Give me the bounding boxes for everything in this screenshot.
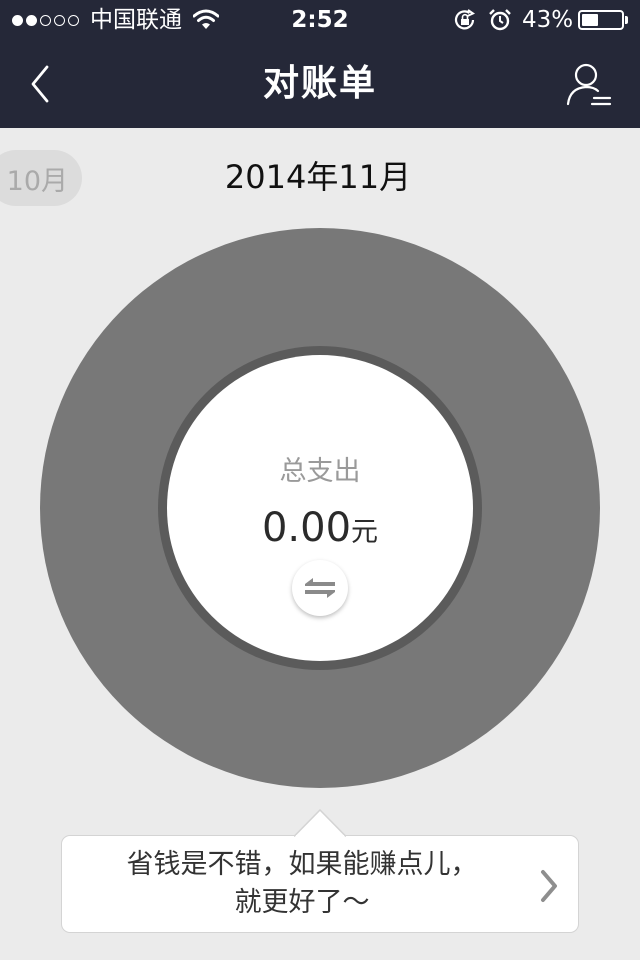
tip-line-1: 省钱是不错，如果能赚点儿， <box>126 849 478 880</box>
current-month-label: 2014年11月 <box>224 158 412 196</box>
tip-text: 省钱是不错，如果能赚点儿， 就更好了～ <box>92 846 512 922</box>
battery-percent: 43% <box>522 7 574 33</box>
status-bar: 中国联通 2:52 43% <box>0 0 640 40</box>
battery-icon <box>578 10 628 30</box>
top-bar: 中国联通 2:52 43% 对账单 <box>0 0 640 128</box>
user-menu-button[interactable] <box>564 60 614 108</box>
page-title: 对账单 <box>262 63 377 104</box>
total-expense-label: 总支出 <box>279 456 361 487</box>
user-menu-icon <box>566 63 612 106</box>
tip-card[interactable]: 省钱是不错，如果能赚点儿， 就更好了～ <box>61 835 579 933</box>
alarm-icon <box>488 8 512 36</box>
battery-nub <box>625 16 628 24</box>
tip-line-2: 就更好了～ <box>234 887 370 918</box>
swap-arrows-icon <box>305 578 335 598</box>
battery-fill <box>582 14 598 26</box>
switch-income-expense-button[interactable] <box>292 560 348 616</box>
nav-bar: 对账单 <box>0 40 640 128</box>
chevron-right-icon <box>541 870 557 902</box>
rotation-lock-icon <box>453 9 477 35</box>
amount-value: 0.00 <box>261 505 352 551</box>
total-expense-amount: 0.00元 <box>0 502 640 559</box>
amount-unit: 元 <box>351 517 379 548</box>
tip-pointer <box>294 809 346 837</box>
